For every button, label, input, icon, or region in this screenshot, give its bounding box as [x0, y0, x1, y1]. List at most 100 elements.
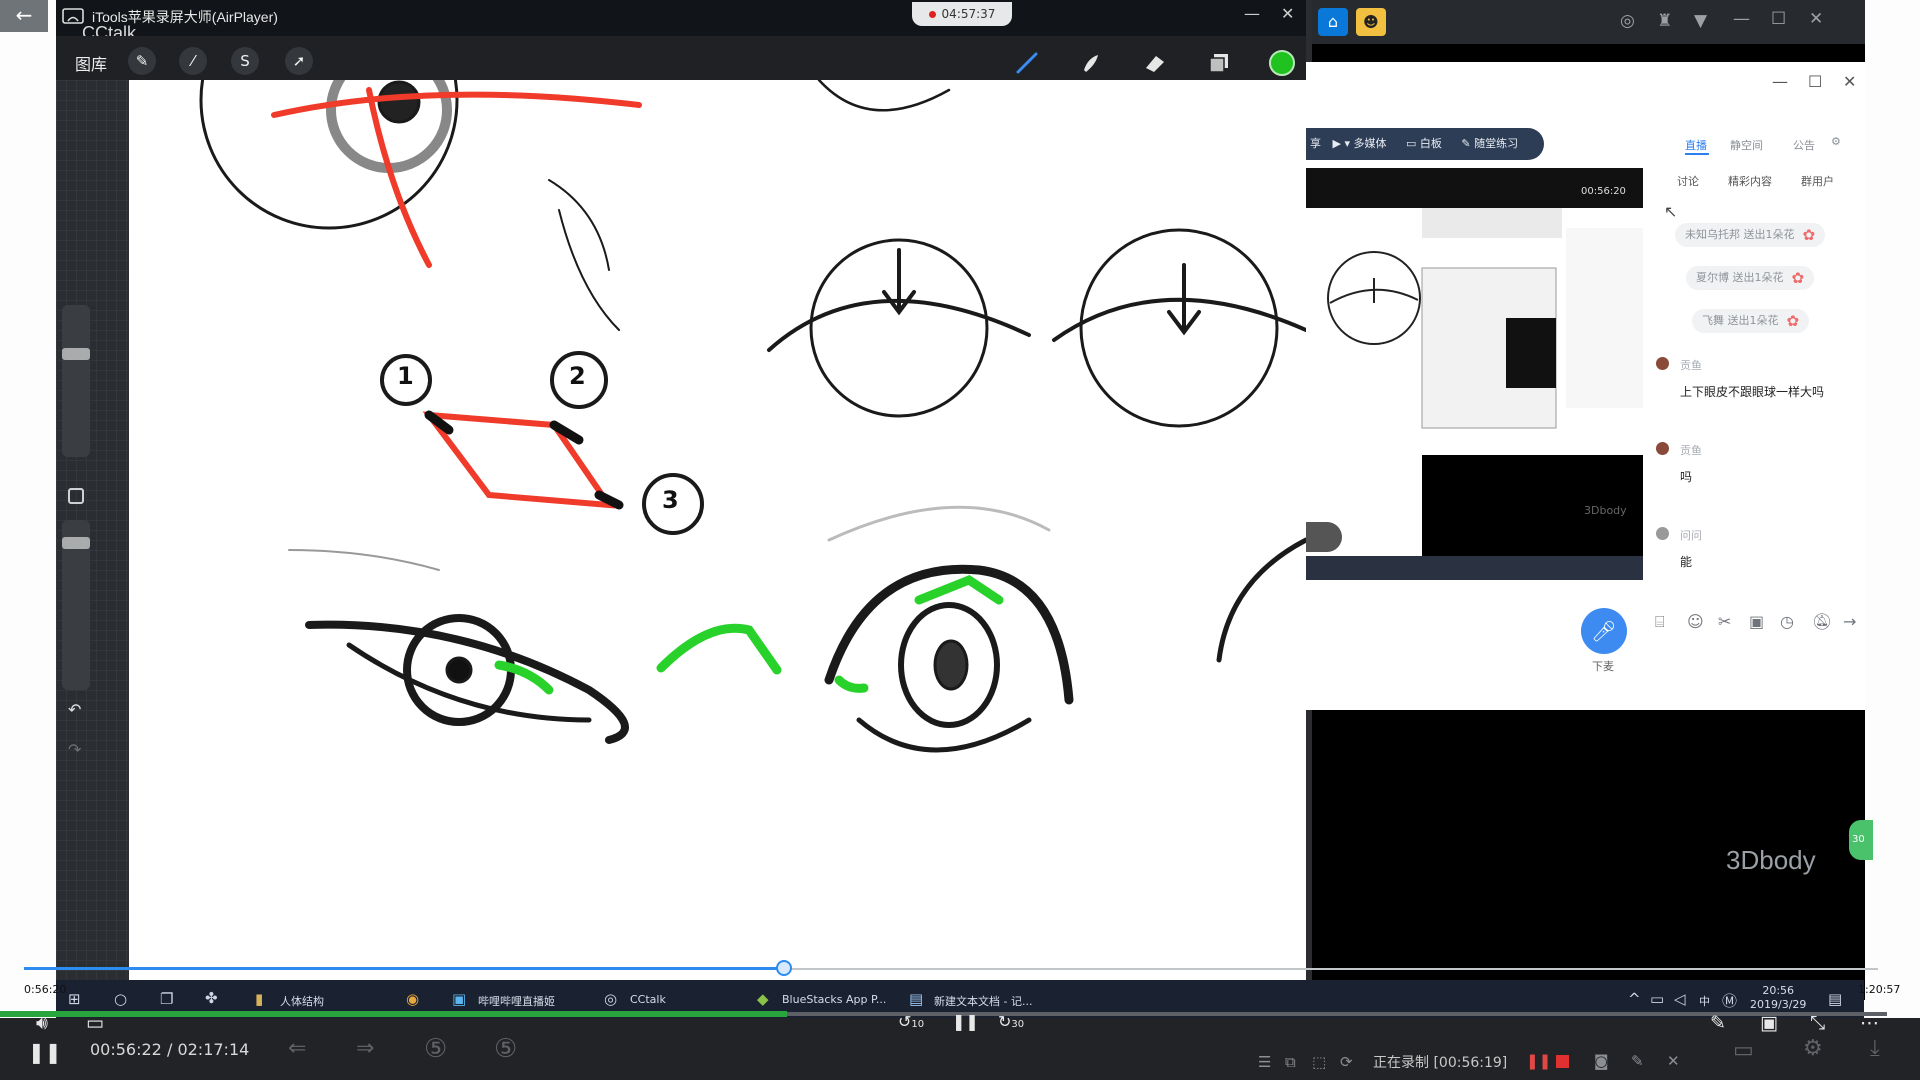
exit-fullscreen-icon[interactable]: ⤓ [1870, 1036, 1880, 1061]
app-avatar-icon[interactable]: ☻ [1356, 8, 1386, 36]
cctalk-icon[interactable]: ◎ [604, 990, 617, 1008]
folder-icon[interactable]: ▮ [255, 990, 263, 1008]
replay-5-icon[interactable]: ⑤ [424, 1034, 447, 1064]
task-view-icon[interactable]: ❐ [160, 990, 173, 1008]
clock-icon[interactable]: ◷ [1780, 612, 1794, 631]
airplayer-minimize-button[interactable]: — [1244, 4, 1260, 23]
notepad-icon[interactable]: ▤ [909, 990, 923, 1008]
settings-gear-icon[interactable]: ⚙ [1803, 1036, 1823, 1061]
tab-announcement[interactable]: 公告 [1793, 137, 1815, 153]
image-icon[interactable]: ▣ [1749, 612, 1764, 631]
close-icon[interactable]: ✕ [1809, 9, 1823, 29]
brush-size-handle[interactable] [62, 348, 90, 360]
brush-icon[interactable] [1014, 50, 1040, 76]
tab-live[interactable]: 直播 [1685, 137, 1707, 153]
record-pause-icon[interactable]: ❚❚ [1526, 1052, 1551, 1070]
pip-icon[interactable]: ▣ [1760, 1012, 1778, 1034]
smudge-icon[interactable] [1078, 50, 1104, 76]
multimedia-button[interactable]: ▶ ▾ 多媒体 [1333, 137, 1395, 150]
opacity-handle[interactable] [62, 537, 90, 549]
minimize-icon[interactable]: — [1733, 9, 1750, 29]
copy-icon[interactable]: ⧉ [1285, 1053, 1296, 1071]
ime-indicator[interactable]: 中 [1699, 993, 1710, 1009]
brush-size-slider[interactable] [62, 305, 90, 457]
settings-icon[interactable]: ⚙ [1831, 135, 1841, 148]
volume-icon[interactable]: 🔊︎ [36, 1012, 48, 1034]
bilibili-icon[interactable]: ▣ [452, 990, 466, 1008]
eraser-icon[interactable] [1142, 50, 1168, 76]
green-side-badge[interactable]: 30 [1849, 820, 1873, 860]
whiteboard-button[interactable]: ▭ 白板 [1406, 137, 1450, 150]
progress-knob[interactable] [776, 960, 792, 976]
windows-start-icon[interactable]: ⊞ [68, 990, 81, 1008]
pause-icon[interactable]: ❚❚ [28, 1040, 62, 1064]
notification-icon[interactable]: ▤ [1828, 990, 1842, 1008]
selection-icon[interactable]: S [231, 47, 259, 75]
ime-mode-icon[interactable]: Ⓜ [1722, 990, 1737, 1011]
media-share-label[interactable]: 享 [1310, 137, 1321, 150]
search-icon[interactable]: ○ [114, 990, 127, 1008]
dropdown-icon[interactable]: ▼ [1694, 11, 1707, 31]
avatar[interactable] [1656, 527, 1669, 540]
gift-icon[interactable]: ⌸ [1655, 612, 1665, 632]
annotate-pen-icon[interactable]: ✎ [1631, 1052, 1644, 1070]
subtab-discussion[interactable]: 讨论 [1677, 173, 1699, 189]
taskbar-item[interactable]: 人体结构 [280, 993, 324, 1009]
panel-close-button[interactable]: ✕ [1843, 72, 1856, 91]
taskbar-item[interactable]: CCtalk [630, 993, 666, 1006]
tray-arrow-icon[interactable]: ^ [1628, 990, 1641, 1008]
transform-arrow-icon[interactable]: ➚ [285, 47, 313, 75]
panel-maximize-button[interactable]: ☐ [1808, 72, 1822, 91]
redo-icon[interactable]: ↷ [68, 740, 81, 759]
avatar[interactable] [1656, 357, 1669, 370]
subtab-highlights[interactable]: 精彩内容 [1728, 173, 1772, 189]
drawing-canvas[interactable]: 1 2 3 [129, 80, 1306, 980]
subtab-members[interactable]: 群用户 [1801, 173, 1834, 189]
more-icon[interactable]: ⋯ [1860, 1012, 1879, 1034]
layers-icon[interactable] [1206, 50, 1232, 76]
center-pause-icon[interactable]: ❚❚ [952, 1012, 979, 1031]
airplayer-close-button[interactable]: ✕ [1281, 4, 1294, 23]
forward-30-icon[interactable]: ↻30 [998, 1012, 1024, 1031]
panel-minimize-button[interactable]: — [1772, 72, 1788, 91]
wrench-icon[interactable]: ✎ [128, 47, 156, 75]
emoji-icon[interactable]: ☺ [1687, 612, 1704, 631]
record-stop-icon[interactable] [1556, 1055, 1569, 1068]
taskbar-item[interactable]: 哔哩哔哩直播姬 [478, 993, 555, 1009]
app-icon[interactable]: ✤ [205, 989, 218, 1007]
send-arrow-icon[interactable]: → [1843, 612, 1856, 631]
modify-button-icon[interactable] [68, 488, 84, 504]
scissors-icon[interactable]: ✂ [1718, 612, 1731, 631]
forward-5-icon[interactable]: ⑤ [494, 1034, 517, 1064]
menu-icon[interactable]: ☰ [1258, 1053, 1271, 1071]
chrome-icon[interactable]: ◉ [406, 990, 419, 1008]
gallery-button[interactable]: 图库 [75, 51, 107, 75]
microphone-button[interactable]: 🎤︎ [1581, 608, 1627, 654]
volume-tray-icon[interactable]: ◁ [1674, 990, 1686, 1008]
taskbar-item[interactable]: 新建文本文档 - 记... [934, 993, 1032, 1009]
taskbar-clock[interactable]: 20:56 2019/3/29 [1750, 984, 1806, 1012]
undo-icon[interactable]: ↶ [68, 700, 81, 719]
rewind-10-icon[interactable]: ↺10 [898, 1012, 924, 1031]
magic-wand-icon[interactable]: ⁄ [179, 47, 207, 75]
previous-icon[interactable]: ⇐ [288, 1036, 306, 1061]
network-icon[interactable]: ▭ [1650, 990, 1664, 1008]
bell-off-icon[interactable]: 🔕︎ [1812, 612, 1832, 631]
screen-icon[interactable]: ▭ [1733, 1038, 1754, 1063]
back-arrow-icon[interactable]: ← [0, 0, 48, 32]
loop-icon[interactable]: ⟳ [1340, 1053, 1353, 1071]
app-home-icon[interactable]: ⌂ [1318, 8, 1348, 36]
recording-close-icon[interactable]: ✕ [1667, 1052, 1680, 1070]
user-icon[interactable]: ◎ [1620, 11, 1635, 31]
camera-icon[interactable]: ◙ [1594, 1052, 1609, 1070]
shrink-icon[interactable]: ⤡ [1810, 1012, 1825, 1034]
tab-space[interactable]: 静空间 [1730, 137, 1763, 153]
subtitle-icon[interactable]: ▭ [86, 1012, 104, 1034]
pen-icon[interactable]: ✎ [1710, 1012, 1726, 1034]
shirt-icon[interactable]: ♜ [1657, 11, 1672, 31]
taskbar-item[interactable]: BlueStacks App P... [782, 993, 886, 1006]
next-icon[interactable]: ⇒ [356, 1036, 374, 1061]
avatar[interactable] [1656, 442, 1669, 455]
bluestacks-icon[interactable]: ◆ [757, 990, 769, 1008]
color-picker-button[interactable] [1269, 50, 1295, 76]
